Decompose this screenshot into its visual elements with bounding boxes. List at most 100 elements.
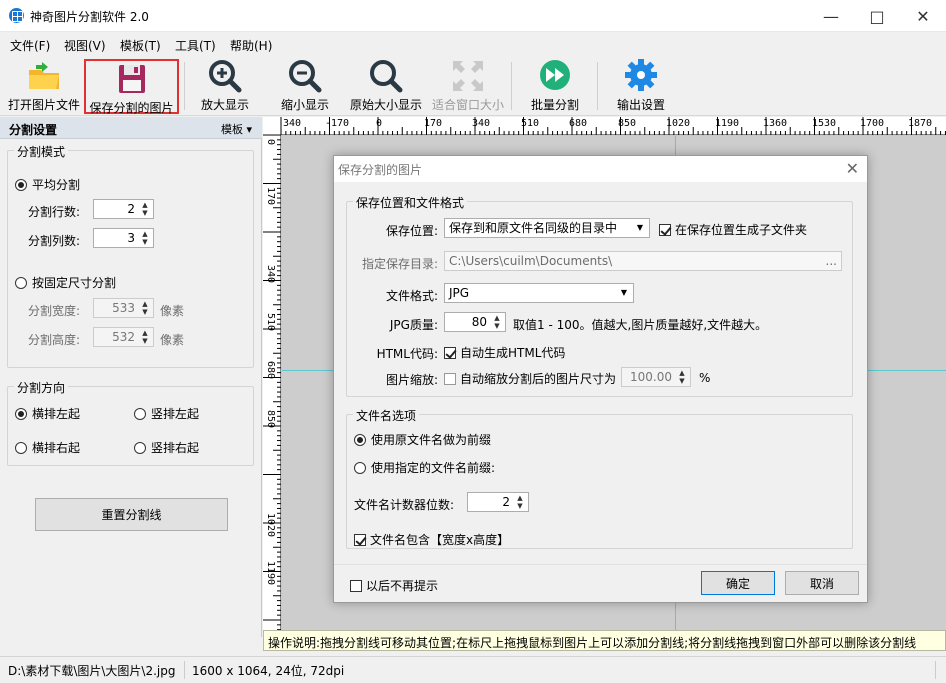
save-dialog: 保存分割的图片 ✕ 保存位置和文件格式 保存位置: 保存到和原文件名同级的目录中…: [333, 155, 868, 603]
status-path: D:\素材下载\图片\大图片\2.jpg: [8, 664, 176, 678]
browse-button[interactable]: ...: [826, 252, 837, 270]
ruler-label: 340: [265, 265, 276, 284]
direction-h-right-radio[interactable]: 横排右起: [15, 439, 80, 456]
use-original-name-radio[interactable]: 使用原文件名做为前缀: [354, 431, 491, 448]
folder-open-icon: [26, 58, 62, 94]
ruler-label: 340: [472, 118, 491, 129]
fixed-size-radio[interactable]: 按固定尺寸分割: [15, 274, 116, 291]
height-unit: 像素: [160, 333, 185, 347]
direction-h-left-radio[interactable]: 横排左起: [15, 405, 80, 422]
width-stepper[interactable]: 533 ▲ ▼: [93, 298, 154, 318]
cols-stepper[interactable]: 3 ▲ ▼: [93, 228, 154, 248]
toolbar-separator: [511, 62, 512, 110]
width-unit: 像素: [160, 304, 185, 318]
status-divider: [935, 661, 936, 679]
window-title: 神奇图片分割软件 2.0: [30, 10, 149, 24]
average-split-radio[interactable]: 平均分割: [15, 176, 80, 193]
ruler-label: 510: [521, 118, 540, 129]
include-size-checkbox[interactable]: 文件名包含【宽度x高度】: [354, 531, 509, 548]
ruler-label: 1870: [908, 118, 933, 129]
toolbar: 打开图片文件 保存分割的图片 放大显示 缩小显示 原始大小显示 适合窗口大小 批…: [0, 56, 946, 116]
ruler-label: 1020: [666, 118, 691, 129]
toolbar-separator: [184, 62, 185, 110]
use-custom-prefix-radio[interactable]: 使用指定的文件名前缀:: [354, 459, 495, 476]
ok-button[interactable]: 确定: [701, 571, 775, 595]
dialog-footer: 以后不再提示 确定 取消: [334, 564, 867, 602]
rows-label: 分割行数:: [28, 205, 81, 219]
location-select[interactable]: 保存到和原文件名同级的目录中 ▼: [444, 218, 650, 238]
zoom-in-icon: [207, 58, 243, 94]
maximize-button[interactable]: □: [854, 0, 900, 32]
save-disk-icon: [114, 61, 150, 97]
status-bar: D:\素材下载\图片\大图片\2.jpg 1600 x 1064, 24位, 7…: [0, 656, 946, 683]
html-checkbox[interactable]: 自动生成HTML代码: [444, 344, 565, 361]
ruler-label: 680: [569, 118, 588, 129]
save-split-button[interactable]: 保存分割的图片: [84, 59, 179, 115]
fit-window-button[interactable]: 适合窗口大小: [430, 58, 506, 114]
quality-label: JPG质量:: [389, 318, 438, 332]
ruler-label: 0: [265, 139, 276, 146]
percent-label: %: [699, 371, 711, 385]
split-settings-panel: 分割设置 模板 ▾ 分割模式 平均分割 分割行数: 2 ▲ ▼ 分割列数: 3 ▲ ▼ …: [0, 117, 262, 637]
dialog-title-bar: 保存分割的图片 ✕: [334, 156, 867, 182]
scale-stepper[interactable]: 100.00 ▲ ▼: [621, 367, 691, 387]
fit-arrows-icon: [450, 58, 486, 94]
scale-label: 图片缩放:: [385, 373, 438, 387]
title-bar: 神奇图片分割软件 2.0 — □ ✕: [0, 0, 946, 32]
zoom-in-button[interactable]: 放大显示: [194, 58, 256, 114]
ruler-label: 1020: [265, 513, 276, 538]
menu-bar: 文件(F) 视图(V) 模板(T) 工具(T) 帮助(H): [0, 33, 946, 55]
format-select[interactable]: JPG ▼: [444, 283, 634, 303]
ruler-label: 1360: [763, 118, 788, 129]
ruler-label: 850: [618, 118, 637, 129]
ruler-label: 340: [283, 118, 302, 129]
quality-stepper[interactable]: 80 ▲ ▼: [444, 312, 506, 332]
directory-input[interactable]: C:\Users\cuilm\Documents\...: [444, 251, 842, 271]
html-label: HTML代码:: [376, 347, 438, 361]
close-button[interactable]: ✕: [900, 0, 946, 32]
zoom-out-button[interactable]: 缩小显示: [274, 58, 336, 114]
ruler-label: 0: [376, 118, 383, 129]
panel-title: 分割设置: [9, 123, 58, 137]
ruler-top-ticks: [280, 117, 946, 135]
dont-show-checkbox[interactable]: 以后不再提示: [350, 577, 438, 594]
height-stepper[interactable]: 532 ▲ ▼: [93, 327, 154, 347]
ruler-left[interactable]: 0 170 340 510 680 850 1020 1190: [263, 135, 281, 651]
ruler-top[interactable]: 340 -170 0 170 340 510 680 850 1020 1190…: [263, 117, 946, 135]
menu-help[interactable]: 帮助(H): [230, 37, 272, 54]
directory-label: 指定保存目录:: [361, 257, 438, 271]
gear-icon: [623, 58, 659, 94]
ruler-label: 170: [265, 187, 276, 206]
counter-label: 文件名计数器位数:: [354, 498, 455, 512]
cancel-button[interactable]: 取消: [785, 571, 859, 595]
output-settings-button[interactable]: 输出设置: [610, 58, 672, 114]
ruler-label: 1700: [860, 118, 885, 129]
menu-tools[interactable]: 工具(T): [175, 37, 216, 54]
toolbar-separator: [597, 62, 598, 110]
original-size-button[interactable]: 原始大小显示: [346, 58, 426, 114]
panel-header: 分割设置 模板 ▾: [0, 117, 262, 139]
template-menu[interactable]: 模板 ▾: [221, 121, 252, 137]
subfolder-checkbox[interactable]: 在保存位置生成子文件夹: [659, 221, 807, 238]
fast-forward-icon: [537, 58, 573, 94]
dialog-close-icon[interactable]: ✕: [846, 159, 859, 178]
ruler-label: 680: [265, 361, 276, 380]
status-info: 1600 x 1064, 24位, 72dpi: [192, 664, 345, 678]
ruler-label: 1530: [812, 118, 837, 129]
ruler-label: 850: [265, 410, 276, 429]
menu-template[interactable]: 模板(T): [120, 37, 161, 54]
rows-stepper[interactable]: 2 ▲ ▼: [93, 199, 154, 219]
minimize-button[interactable]: —: [808, 0, 854, 32]
menu-view[interactable]: 视图(V): [64, 37, 106, 54]
ruler-label: 170: [424, 118, 443, 129]
format-label: 文件格式:: [385, 289, 438, 303]
direction-v-left-radio[interactable]: 竖排左起: [134, 405, 199, 422]
cols-label: 分割列数:: [28, 234, 81, 248]
batch-split-button[interactable]: 批量分割: [524, 58, 586, 114]
reset-lines-button[interactable]: 重置分割线: [35, 498, 228, 531]
menu-file[interactable]: 文件(F): [10, 37, 50, 54]
direction-v-right-radio[interactable]: 竖排右起: [134, 439, 199, 456]
counter-stepper[interactable]: 2 ▲ ▼: [467, 492, 529, 512]
scale-checkbox[interactable]: 自动缩放分割后的图片尺寸为: [444, 370, 616, 387]
open-image-button[interactable]: 打开图片文件: [6, 58, 82, 114]
